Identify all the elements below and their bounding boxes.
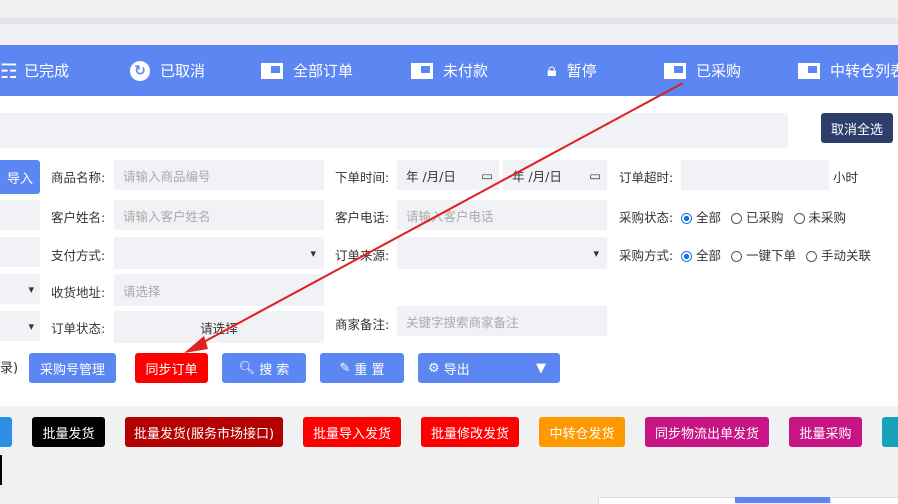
- annotation-arrow: [184, 82, 684, 353]
